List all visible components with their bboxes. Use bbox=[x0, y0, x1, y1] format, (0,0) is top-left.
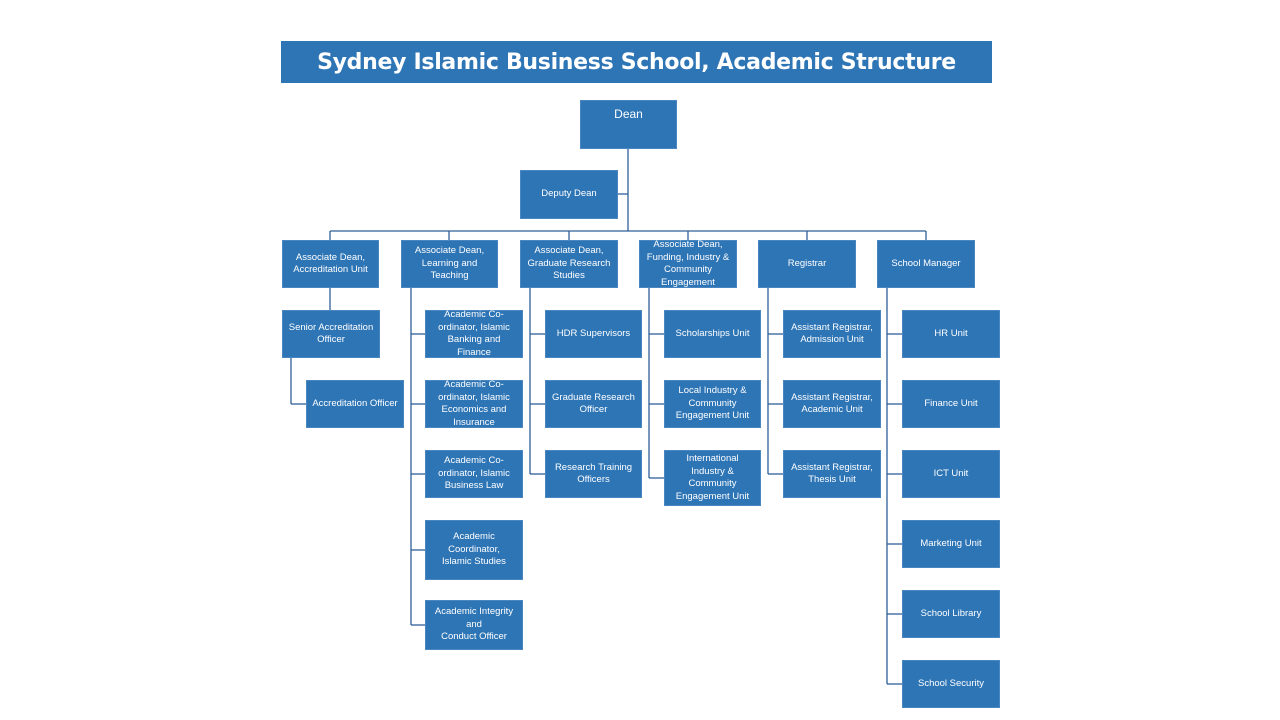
node-assoc-accreditation: Associate Dean, Accreditation Unit bbox=[282, 240, 379, 288]
node-coord-law: Academic Co- ordinator, Islamic Business… bbox=[425, 450, 523, 498]
node-hdr-supervisors: HDR Supervisors bbox=[545, 310, 642, 358]
node-school-security: School Security bbox=[902, 660, 1000, 708]
node-school-library: School Library bbox=[902, 590, 1000, 638]
node-asst-registrar-academic: Assistant Registrar, Academic Unit bbox=[783, 380, 881, 428]
node-assoc-learning: Associate Dean, Learning and Teaching bbox=[401, 240, 498, 288]
node-senior-accreditation: Senior Accreditation Officer bbox=[282, 310, 380, 358]
node-finance-unit: Finance Unit bbox=[902, 380, 1000, 428]
node-local-industry: Local Industry & Community Engagement Un… bbox=[664, 380, 761, 428]
node-international-industry: International Industry & Community Engag… bbox=[664, 450, 761, 506]
node-scholarships-unit: Scholarships Unit bbox=[664, 310, 761, 358]
node-accreditation-officer: Accreditation Officer bbox=[306, 380, 404, 428]
node-coord-studies: Academic Coordinator, Islamic Studies bbox=[425, 520, 523, 580]
node-registrar: Registrar bbox=[758, 240, 856, 288]
node-coord-economics: Academic Co- ordinator, Islamic Economic… bbox=[425, 379, 523, 428]
node-asst-registrar-thesis: Assistant Registrar, Thesis Unit bbox=[783, 450, 881, 498]
org-chart: Dean Deputy Dean Associate Dean, Accredita… bbox=[0, 0, 1280, 720]
node-graduate-research-officer: Graduate Research Officer bbox=[545, 380, 642, 428]
node-integrity-officer: Academic Integrity and Conduct Officer bbox=[425, 600, 523, 650]
node-hr-unit: HR Unit bbox=[902, 310, 1000, 358]
node-dean: Dean bbox=[580, 100, 677, 149]
node-assoc-graduate: Associate Dean, Graduate Research Studie… bbox=[520, 240, 618, 288]
node-assoc-funding: Associate Dean, Funding, Industry & Comm… bbox=[639, 239, 737, 288]
node-deputy-dean: Deputy Dean bbox=[520, 170, 618, 219]
node-asst-registrar-admission: Assistant Registrar, Admission Unit bbox=[783, 310, 881, 358]
node-research-training-officers: Research Training Officers bbox=[545, 450, 642, 498]
node-coord-banking: Academic Co- ordinator, Islamic Banking … bbox=[425, 309, 523, 358]
node-school-manager: School Manager bbox=[877, 240, 975, 288]
node-marketing-unit: Marketing Unit bbox=[902, 520, 1000, 568]
node-ict-unit: ICT Unit bbox=[902, 450, 1000, 498]
